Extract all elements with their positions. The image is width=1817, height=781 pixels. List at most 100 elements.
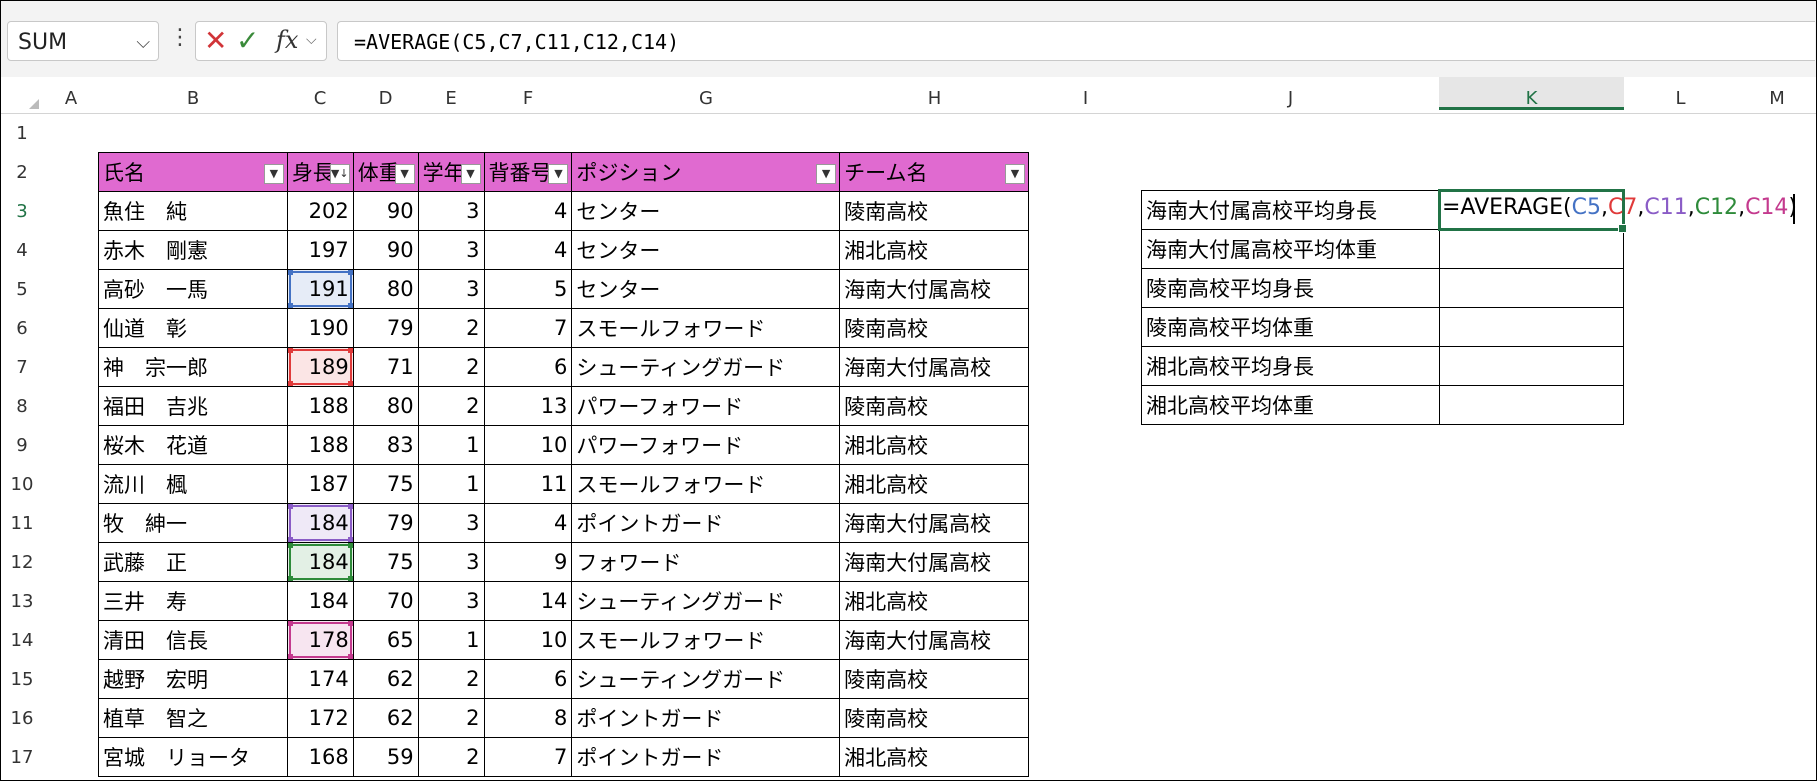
row-header-11[interactable]: 11 (1, 513, 43, 534)
row-header-12[interactable]: 12 (1, 552, 43, 573)
table-cell[interactable]: 3 (417, 191, 485, 231)
row-header-6[interactable]: 6 (1, 318, 43, 339)
table-cell[interactable]: 168 (286, 737, 354, 777)
row-header-3[interactable]: 3 (1, 201, 43, 222)
table-cell[interactable]: 70 (352, 581, 419, 621)
table-cell[interactable]: 197 (286, 230, 354, 270)
table-cell[interactable]: 62 (352, 659, 419, 699)
table-cell[interactable]: 1 (417, 620, 485, 660)
table-cell[interactable]: 3 (417, 230, 485, 270)
table-cell[interactable]: 福田 吉兆 (98, 386, 288, 426)
table-cell[interactable]: 202 (286, 191, 354, 231)
row-header-1[interactable]: 1 (1, 123, 43, 144)
table-cell[interactable]: 越野 宏明 (98, 659, 288, 699)
reference-handle[interactable] (288, 270, 293, 275)
table-cell[interactable]: 3 (417, 542, 485, 582)
summary-value-cell[interactable] (1438, 268, 1625, 308)
table-cell[interactable]: 湘北高校 (839, 230, 1029, 270)
table-cell[interactable]: 80 (352, 269, 419, 309)
table-cell[interactable]: 90 (352, 191, 419, 231)
summary-label[interactable]: 湘北高校平均身長 (1141, 346, 1440, 386)
table-cell[interactable]: 65 (352, 620, 419, 660)
header-cell[interactable]: 学年 ▼ (417, 152, 485, 192)
column-header-f[interactable]: F (484, 88, 572, 112)
row-header-15[interactable]: 15 (1, 669, 43, 690)
table-cell[interactable]: ポイントガード (571, 698, 841, 738)
table-cell[interactable]: 宮城 リョータ (98, 737, 288, 777)
table-cell[interactable]: 三井 寿 (98, 581, 288, 621)
table-cell[interactable]: 7 (483, 308, 573, 348)
table-cell[interactable]: センター (571, 191, 841, 231)
table-cell[interactable]: 植草 智之 (98, 698, 288, 738)
table-cell[interactable]: 184 (286, 581, 354, 621)
table-cell[interactable]: ポイントガード (571, 737, 841, 777)
table-cell[interactable]: 178 (286, 620, 354, 660)
sort-descending-icon[interactable]: ▼↓ (329, 164, 350, 184)
table-cell[interactable]: 75 (352, 464, 419, 504)
table-cell[interactable]: 3 (417, 269, 485, 309)
table-cell[interactable]: 陵南高校 (839, 386, 1029, 426)
table-cell[interactable]: 流川 楓 (98, 464, 288, 504)
summary-value-cell[interactable] (1438, 346, 1625, 386)
table-cell[interactable]: 11 (483, 464, 573, 504)
table-cell[interactable]: 高砂 一馬 (98, 269, 288, 309)
row-header-9[interactable]: 9 (1, 435, 43, 456)
summary-label[interactable]: 海南大付属高校平均体重 (1141, 229, 1440, 269)
table-cell[interactable]: 桜木 花道 (98, 425, 288, 465)
table-cell[interactable]: パワーフォワード (571, 386, 841, 426)
table-cell[interactable]: 172 (286, 698, 354, 738)
header-cell[interactable]: チーム名 ▼ (839, 152, 1029, 192)
row-header-4[interactable]: 4 (1, 240, 43, 261)
column-header-c[interactable]: C (287, 88, 353, 112)
row-header-7[interactable]: 7 (1, 357, 43, 378)
table-cell[interactable]: 海南大付属高校 (839, 503, 1029, 543)
row-header-10[interactable]: 10 (1, 474, 43, 495)
header-cell[interactable]: ポジション ▼ (571, 152, 841, 192)
table-cell[interactable]: 陵南高校 (839, 659, 1029, 699)
table-cell[interactable]: 2 (417, 347, 485, 387)
column-header-m[interactable]: M (1737, 88, 1816, 112)
table-cell[interactable]: 神 宗一郎 (98, 347, 288, 387)
header-cell[interactable]: 氏名 ▼ (98, 152, 288, 192)
chevron-down-icon[interactable]: ⌵ (136, 32, 150, 53)
table-cell[interactable]: 仙道 彰 (98, 308, 288, 348)
table-cell[interactable]: 184 (286, 542, 354, 582)
table-cell[interactable]: 清田 信長 (98, 620, 288, 660)
select-all-corner[interactable] (1, 77, 43, 113)
filter-dropdown-icon[interactable]: ▼ (263, 164, 284, 184)
table-cell[interactable]: シューティングガード (571, 659, 841, 699)
reference-handle[interactable] (288, 348, 293, 353)
column-header-b[interactable]: B (99, 88, 287, 112)
table-cell[interactable]: 188 (286, 386, 354, 426)
table-cell[interactable]: 7 (483, 737, 573, 777)
table-cell[interactable]: 79 (352, 308, 419, 348)
table-cell[interactable]: 90 (352, 230, 419, 270)
table-cell[interactable]: 14 (483, 581, 573, 621)
table-cell[interactable]: 4 (483, 503, 573, 543)
table-cell[interactable]: 174 (286, 659, 354, 699)
table-cell[interactable]: スモールフォワード (571, 620, 841, 660)
filter-dropdown-icon[interactable]: ▼ (394, 164, 415, 184)
table-cell[interactable]: 3 (417, 581, 485, 621)
table-cell[interactable]: 71 (352, 347, 419, 387)
row-header-13[interactable]: 13 (1, 591, 43, 612)
table-cell[interactable]: 1 (417, 425, 485, 465)
row-header-5[interactable]: 5 (1, 279, 43, 300)
table-cell[interactable]: 9 (483, 542, 573, 582)
reference-handle[interactable] (288, 504, 293, 509)
row-header-14[interactable]: 14 (1, 630, 43, 651)
filter-dropdown-icon[interactable]: ▼ (816, 164, 837, 184)
summary-value-cell[interactable] (1438, 229, 1625, 269)
table-cell[interactable]: 184 (286, 503, 354, 543)
column-header-a[interactable]: A (43, 88, 99, 112)
table-cell[interactable]: 2 (417, 386, 485, 426)
row-header-17[interactable]: 17 (1, 747, 43, 768)
table-cell[interactable]: 陵南高校 (839, 698, 1029, 738)
name-box[interactable]: SUM ⌵ (7, 21, 159, 61)
table-cell[interactable]: シューティングガード (571, 581, 841, 621)
table-cell[interactable]: 海南大付属高校 (839, 620, 1029, 660)
kebab-icon[interactable]: ⋮ (169, 25, 191, 50)
table-cell[interactable]: 赤木 剛憲 (98, 230, 288, 270)
table-cell[interactable]: 2 (417, 659, 485, 699)
table-cell[interactable]: 191 (286, 269, 354, 309)
